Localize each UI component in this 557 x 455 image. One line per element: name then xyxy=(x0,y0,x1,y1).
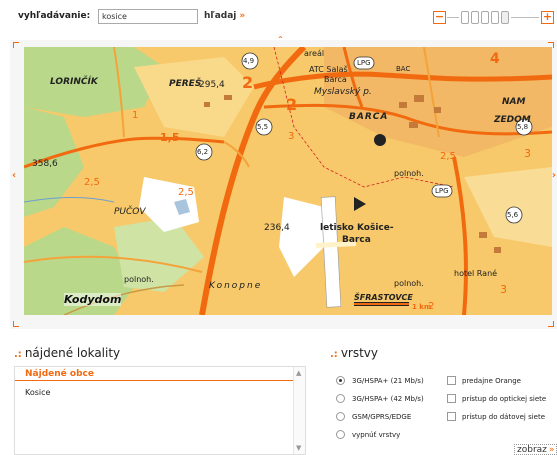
scroll-up-icon[interactable]: ▲ xyxy=(296,369,301,377)
bullet-icon: .: xyxy=(330,349,338,360)
radio-off-label: vypnúť vrstvy xyxy=(352,431,401,439)
lpg-marker-2: LPG xyxy=(435,187,449,195)
zoom-step-2[interactable] xyxy=(471,11,479,24)
route-marker-2: 5,5 xyxy=(257,123,269,131)
map-label-atc: ATC Salaš xyxy=(309,65,348,74)
corner-br xyxy=(548,321,554,327)
map-distance-2: 2,5 xyxy=(84,177,100,188)
checkbox-orange-shops-label: predajne Orange xyxy=(462,377,521,385)
zoom-in-button[interactable]: + xyxy=(541,11,554,24)
map-distance-4: 3 xyxy=(288,131,295,142)
radio-gsm-label: GSM/GPRS/EDGE xyxy=(352,413,412,421)
map-label-elevation-236: 236,4 xyxy=(264,223,290,233)
checkbox-optical[interactable] xyxy=(447,394,456,403)
zoom-step-5[interactable] xyxy=(501,11,509,24)
results-title-text: nájdené lokality xyxy=(24,346,121,360)
arrow-right-icon: » xyxy=(548,445,555,455)
scroll-down-icon[interactable]: ▼ xyxy=(296,444,301,452)
map-label-sfrastovce: ŠFRASTOVCE xyxy=(354,293,413,302)
map-label-areal: areál xyxy=(304,49,325,58)
radio-3g-42[interactable] xyxy=(336,394,345,403)
radio-3g-42-label: 3G/HSPA+ (42 Mb/s) xyxy=(352,395,424,403)
radio-off[interactable] xyxy=(336,430,345,439)
map-label-nam: NAM xyxy=(502,97,526,107)
map-distance-7: 3 xyxy=(500,283,507,296)
route-marker-1: 4,9 xyxy=(243,57,255,65)
zoom-step-1[interactable] xyxy=(461,11,469,24)
checkbox-data-label: prístup do dátovej siete xyxy=(462,413,546,421)
show-button-label: zobraz xyxy=(517,445,547,455)
layers-title-text: vrstvy xyxy=(340,346,379,360)
map-label-kodydom: Kodydom xyxy=(64,293,122,306)
map-label-lorincik: LORINČÍK xyxy=(50,77,98,87)
arrow-right-icon: » xyxy=(239,11,246,21)
radio-gsm[interactable] xyxy=(336,412,345,421)
map-label-polnoh-2: polnoh. xyxy=(124,275,154,284)
map-distance-1: 1,5 xyxy=(160,131,180,144)
map-label-polnoh-1: polnoh. xyxy=(394,169,424,178)
search-input[interactable] xyxy=(98,9,198,24)
map-label-barca: BARCA xyxy=(349,112,389,122)
radio-3g-21-label: 3G/HSPA+ (21 Mb/s) xyxy=(352,377,424,385)
pan-up-icon[interactable]: ˆ xyxy=(278,36,283,47)
map-distance-6: 1 xyxy=(132,110,139,121)
map-label-barca-small: Barca xyxy=(324,75,347,84)
zoom-track-left xyxy=(447,17,459,18)
results-scrollbar[interactable]: ▲ ▼ xyxy=(293,367,305,454)
map-label-puchov: PUČOV xyxy=(114,207,146,217)
search-label: vyhľadávanie: xyxy=(18,11,91,21)
map-distance-5: 2 xyxy=(242,73,254,92)
map-distance-8: 4 xyxy=(490,51,500,67)
checkbox-data[interactable] xyxy=(447,412,456,421)
map-distance-3: 2,5 xyxy=(178,187,194,198)
map-label-bac: BAC xyxy=(396,65,411,73)
search-button-label: hľadaj xyxy=(204,11,237,21)
checkbox-optical-label: prístup do optickej siete xyxy=(462,395,547,403)
zoom-control: − + xyxy=(433,11,555,25)
map-frame: ˆ ˇ ‹ › LORINČÍK PEREŠ 295,4 Myslavský p… xyxy=(10,36,557,329)
results-header: Nájdené obce xyxy=(15,367,305,381)
zoom-step-4[interactable] xyxy=(491,11,499,24)
layers-panel: 3G/HSPA+ (21 Mb/s) 3G/HSPA+ (42 Mb/s) GS… xyxy=(330,368,557,455)
map-distance-12: 2 xyxy=(428,301,435,312)
map-label-hotel: hotel Rané xyxy=(454,269,498,278)
route-marker-3: 6,2 xyxy=(197,148,209,156)
corner-tl xyxy=(13,42,19,48)
pan-left-icon[interactable]: ‹ xyxy=(12,170,16,181)
show-button[interactable]: zobraz» xyxy=(514,444,557,455)
results-title: .: nájdené lokality xyxy=(14,346,120,360)
map-label-peres-elevation: 295,4 xyxy=(199,80,225,90)
corner-bl xyxy=(13,321,19,327)
map-label-letisko-barca: Barca xyxy=(342,235,371,245)
map-label-elevation-358: 358,6 xyxy=(32,159,58,169)
pan-right-icon[interactable]: › xyxy=(552,170,556,181)
checkbox-orange-shops[interactable] xyxy=(447,376,456,385)
map-label-myslavsky: Myslavský p. xyxy=(314,87,372,97)
map-distance-11: 2,5 xyxy=(440,151,456,162)
layers-title: .: vrstvy xyxy=(330,346,378,360)
zoom-track-right xyxy=(511,17,539,18)
route-marker-5: 5,8 xyxy=(517,123,529,131)
list-item[interactable]: Kosice xyxy=(15,381,305,404)
bullet-icon: .: xyxy=(14,349,22,360)
radio-3g-21[interactable] xyxy=(336,376,345,385)
map-label-peres: PEREŠ xyxy=(169,79,202,89)
zoom-step-3[interactable] xyxy=(481,11,489,24)
map-distance-10: 3 xyxy=(524,147,531,160)
search-button[interactable]: hľadaj» xyxy=(204,11,245,21)
results-list: Nájdené obce Kosice ▲ ▼ xyxy=(14,366,306,455)
map-canvas[interactable]: LORINČÍK PEREŠ 295,4 Myslavský p. BARCA … xyxy=(24,47,552,315)
route-marker-4: 5,6 xyxy=(507,211,519,219)
lpg-marker-1: LPG xyxy=(357,59,371,67)
map-label-konopne: Konopne xyxy=(209,281,263,291)
map-label-polnoh-3: polnoh. xyxy=(394,279,424,288)
zoom-out-button[interactable]: − xyxy=(433,11,446,24)
map-label-letisko: letisko Košice- xyxy=(320,223,394,233)
top-bar: vyhľadávanie: hľadaj» − + xyxy=(0,0,557,34)
map-distance-9: 2 xyxy=(286,95,298,114)
